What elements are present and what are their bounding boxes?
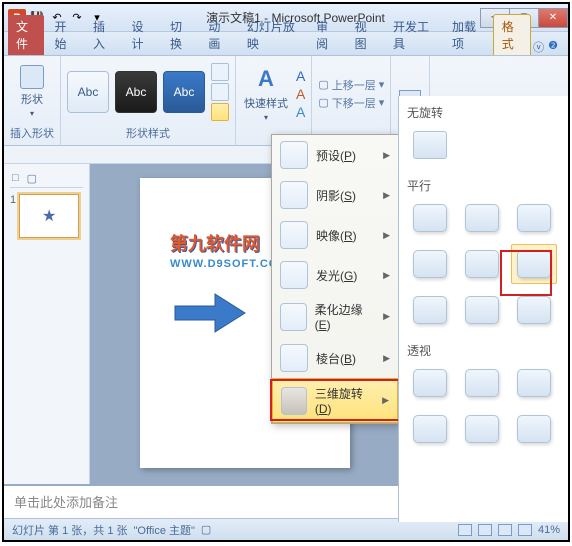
ribbon-minimize-icon[interactable]: ⓥ [533,39,544,55]
text-fill-icon[interactable]: A [296,68,305,84]
slide-number: 1 [10,194,16,238]
rotation-persp-5[interactable] [459,409,505,449]
close-button[interactable]: ✕ [538,8,568,28]
tab-home[interactable]: 开始 [46,15,82,55]
text-outline-icon[interactable]: A [296,86,305,102]
style-preset-1[interactable]: Abc [67,71,109,113]
rotation-parallel-9[interactable] [511,290,557,330]
gallery-section-perspective: 透视 [407,338,560,363]
shape-outline-button[interactable] [211,83,229,101]
star-icon: ★ [42,206,56,226]
shapes-button[interactable]: 形状 ▾ [18,63,46,120]
tab-view[interactable]: 视图 [347,15,383,55]
slide-thumbnail[interactable]: ★ [19,194,79,238]
style-preset-3[interactable]: Abc [163,71,205,113]
help-icon[interactable]: ❷ [548,39,558,55]
menu-shadow[interactable]: 阴影(S)▶ [272,175,398,215]
thumb-tab-outline[interactable]: ▢ [27,172,37,185]
tab-dev[interactable]: 开发工具 [385,15,442,55]
tab-addins[interactable]: 加载项 [444,15,491,55]
rotation-persp-6[interactable] [511,409,557,449]
menu-glow[interactable]: 发光(G)▶ [272,255,398,295]
style-preset-2[interactable]: Abc [115,71,157,113]
rotation-parallel-6[interactable] [511,244,557,284]
tab-file[interactable]: 文件 [8,15,44,55]
zoom-level[interactable]: 41% [538,524,560,536]
sorter-view-icon[interactable] [478,524,492,536]
menu-preset[interactable]: 预设(P)▶ [272,135,398,175]
rotation-persp-3[interactable] [511,363,557,403]
shape-effects-menu: 预设(P)▶ 阴影(S)▶ 映像(R)▶ 发光(G)▶ 柔化边缘(E)▶ 棱台(… [271,134,399,424]
slide-counter: 幻灯片 第 1 张，共 1 张 [12,522,128,538]
menu-3d-rotation[interactable]: 三维旋转(D)▶ [272,378,398,423]
slide-panel: □ ▢ 1 ★ [4,164,90,484]
tab-format[interactable]: 格式 [493,14,531,55]
rotation-persp-4[interactable] [407,409,453,449]
lang-indicator[interactable]: ▢ [201,523,211,536]
tab-review[interactable]: 审阅 [308,15,344,55]
menu-soft-edges[interactable]: 柔化边缘(E)▶ [272,295,398,338]
rotation-parallel-5[interactable] [459,244,505,284]
menu-reflection[interactable]: 映像(R)▶ [272,215,398,255]
rotation-persp-1[interactable] [407,363,453,403]
arrow-shape[interactable] [170,288,250,338]
rotation-parallel-8[interactable] [459,290,505,330]
rotation-parallel-2[interactable] [459,198,505,238]
rotation-parallel-1[interactable] [407,198,453,238]
group-label-shape-styles: 形状样式 [126,123,170,141]
rotation-parallel-3[interactable] [511,198,557,238]
normal-view-icon[interactable] [458,524,472,536]
ribbon-tabs: 文件 开始 插入 设计 切换 动画 幻灯片放映 审阅 视图 开发工具 加载项 格… [4,32,568,56]
reading-view-icon[interactable] [498,524,512,536]
rotation-parallel-7[interactable] [407,290,453,330]
tab-slideshow[interactable]: 幻灯片放映 [239,15,306,55]
gallery-section-parallel: 平行 [407,173,560,198]
slideshow-view-icon[interactable] [518,524,532,536]
rotation-gallery: 无旋转 平行 透视 [398,96,568,522]
wordart-icon: A [252,65,280,93]
send-backward-button[interactable]: ▢下移一层▾ [318,95,384,111]
menu-bevel[interactable]: 棱台(B)▶ [272,338,398,378]
tab-insert[interactable]: 插入 [85,15,121,55]
gallery-section-none: 无旋转 [407,100,560,125]
shape-fill-button[interactable] [211,63,229,81]
theme-name: "Office 主题" [134,522,195,538]
thumb-tab-slides[interactable]: □ [12,172,19,185]
quick-styles-button[interactable]: A 快速样式 ▾ [242,63,290,124]
tab-transition[interactable]: 切换 [162,15,198,55]
shape-effects-button[interactable] [211,103,229,121]
rotation-parallel-4[interactable] [407,244,453,284]
group-label-insert-shapes: 插入形状 [10,123,54,141]
rotation-persp-2[interactable] [459,363,505,403]
tab-design[interactable]: 设计 [123,15,159,55]
tab-animation[interactable]: 动画 [200,15,236,55]
text-effects-icon[interactable]: A [296,104,305,120]
rotation-none[interactable] [407,125,453,165]
bring-forward-button[interactable]: ▢上移一层▾ [318,77,384,93]
